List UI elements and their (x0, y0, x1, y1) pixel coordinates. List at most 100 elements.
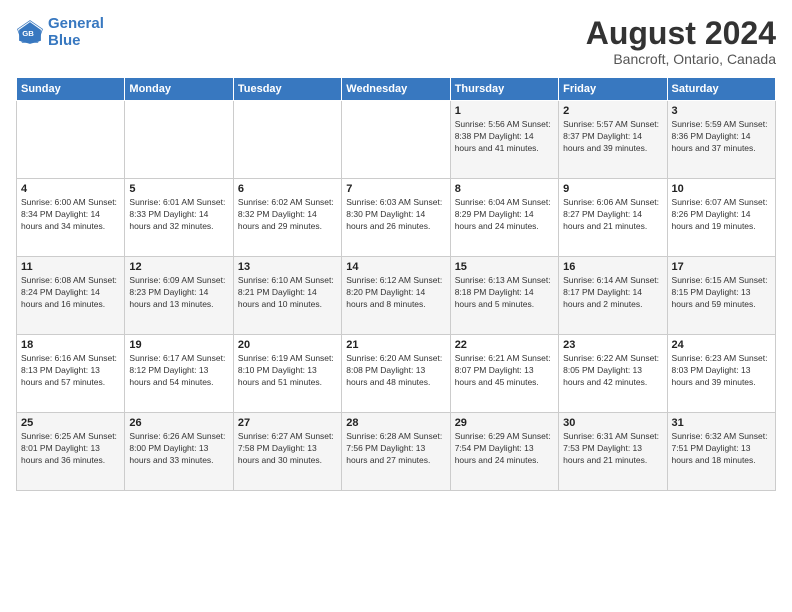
day-info: Sunrise: 5:56 AM Sunset: 8:38 PM Dayligh… (455, 119, 554, 155)
day-number: 18 (21, 339, 120, 351)
day-info: Sunrise: 6:15 AM Sunset: 8:15 PM Dayligh… (672, 275, 771, 311)
day-cell-1-6: 10Sunrise: 6:07 AM Sunset: 8:26 PM Dayli… (667, 179, 775, 257)
day-cell-1-0: 4 Sunrise: 6:00 AM Sunset: 8:34 PM Daylig… (17, 179, 125, 257)
day-cell-2-0: 11Sunrise: 6:08 AM Sunset: 8:24 PM Dayli… (17, 257, 125, 335)
week-row-1: 1 Sunrise: 5:56 AM Sunset: 8:38 PM Daylig… (17, 101, 776, 179)
day-cell-4-3: 28 Sunrise: 6:28 AM Sunset: 7:56 PM Dayli… (342, 413, 450, 491)
day-cell-1-3: 7 Sunrise: 6:03 AM Sunset: 8:30 PM Daylig… (342, 179, 450, 257)
day-cell-0-6: 3Sunrise: 5:59 AM Sunset: 8:36 PM Daylig… (667, 101, 775, 179)
day-cell-1-1: 5Sunrise: 6:01 AM Sunset: 8:33 PM Daylig… (125, 179, 233, 257)
day-number: 1 (455, 105, 554, 117)
day-cell-4-6: 31 Sunrise: 6:32 AM Sunset: 7:51 PM Dayli… (667, 413, 775, 491)
day-cell-3-6: 24 Sunrise: 6:23 AM Sunset: 8:03 PM Dayli… (667, 335, 775, 413)
day-cell-0-4: 1 Sunrise: 5:56 AM Sunset: 8:38 PM Daylig… (450, 101, 558, 179)
day-cell-3-3: 21 Sunrise: 6:20 AM Sunset: 8:08 PM Dayli… (342, 335, 450, 413)
day-info: Sunrise: 6:09 AM Sunset: 8:23 PM Dayligh… (129, 275, 228, 311)
logo: GB General Blue (16, 16, 104, 49)
day-info: Sunrise: 6:00 AM Sunset: 8:34 PM Dayligh… (21, 197, 120, 233)
day-info: Sunrise: 6:21 AM Sunset: 8:07 PM Dayligh… (455, 353, 554, 389)
day-cell-0-5: 2Sunrise: 5:57 AM Sunset: 8:37 PM Daylig… (559, 101, 667, 179)
day-number: 8 (455, 183, 554, 195)
calendar-body: 1 Sunrise: 5:56 AM Sunset: 8:38 PM Daylig… (17, 101, 776, 491)
day-info: Sunrise: 6:16 AM Sunset: 8:13 PM Dayligh… (21, 353, 120, 389)
day-info: Sunrise: 6:25 AM Sunset: 8:01 PM Dayligh… (21, 431, 120, 467)
day-cell-4-2: 27 Sunrise: 6:27 AM Sunset: 7:58 PM Dayli… (233, 413, 341, 491)
day-number: 12 (129, 261, 228, 273)
day-cell-2-4: 15Sunrise: 6:13 AM Sunset: 8:18 PM Dayli… (450, 257, 558, 335)
day-cell-0-2 (233, 101, 341, 179)
day-cell-2-6: 17 Sunrise: 6:15 AM Sunset: 8:15 PM Dayli… (667, 257, 775, 335)
day-cell-4-1: 26 Sunrise: 6:26 AM Sunset: 8:00 PM Dayli… (125, 413, 233, 491)
calendar-title: August 2024 (586, 16, 776, 51)
day-info: Sunrise: 6:20 AM Sunset: 8:08 PM Dayligh… (346, 353, 445, 389)
day-number: 25 (21, 417, 120, 429)
logo-icon: GB (16, 19, 44, 47)
day-info: Sunrise: 6:28 AM Sunset: 7:56 PM Dayligh… (346, 431, 445, 467)
week-row-3: 11Sunrise: 6:08 AM Sunset: 8:24 PM Dayli… (17, 257, 776, 335)
day-cell-3-5: 23 Sunrise: 6:22 AM Sunset: 8:05 PM Dayli… (559, 335, 667, 413)
day-info: Sunrise: 6:03 AM Sunset: 8:30 PM Dayligh… (346, 197, 445, 233)
day-cell-3-4: 22 Sunrise: 6:21 AM Sunset: 8:07 PM Dayli… (450, 335, 558, 413)
day-number: 24 (672, 339, 771, 351)
header: GB General Blue August 2024 Bancroft, On… (16, 16, 776, 67)
days-header-row: Sunday Monday Tuesday Wednesday Thursday… (17, 78, 776, 101)
day-number: 30 (563, 417, 662, 429)
day-cell-3-2: 20Sunrise: 6:19 AM Sunset: 8:10 PM Dayli… (233, 335, 341, 413)
day-number: 27 (238, 417, 337, 429)
day-number: 10 (672, 183, 771, 195)
day-info: Sunrise: 6:32 AM Sunset: 7:51 PM Dayligh… (672, 431, 771, 467)
day-cell-0-3 (342, 101, 450, 179)
day-number: 29 (455, 417, 554, 429)
day-cell-2-1: 12 Sunrise: 6:09 AM Sunset: 8:23 PM Dayli… (125, 257, 233, 335)
day-info: Sunrise: 6:19 AM Sunset: 8:10 PM Dayligh… (238, 353, 337, 389)
day-info: Sunrise: 5:57 AM Sunset: 8:37 PM Dayligh… (563, 119, 662, 155)
day-number: 4 (21, 183, 120, 195)
day-number: 13 (238, 261, 337, 273)
day-number: 31 (672, 417, 771, 429)
calendar-table: Sunday Monday Tuesday Wednesday Thursday… (16, 77, 776, 491)
day-cell-0-0 (17, 101, 125, 179)
day-number: 22 (455, 339, 554, 351)
day-info: Sunrise: 6:31 AM Sunset: 7:53 PM Dayligh… (563, 431, 662, 467)
day-cell-2-3: 14 Sunrise: 6:12 AM Sunset: 8:20 PM Dayli… (342, 257, 450, 335)
day-info: Sunrise: 6:06 AM Sunset: 8:27 PM Dayligh… (563, 197, 662, 233)
col-monday: Monday (125, 78, 233, 101)
day-number: 15 (455, 261, 554, 273)
day-number: 14 (346, 261, 445, 273)
day-cell-3-1: 19Sunrise: 6:17 AM Sunset: 8:12 PM Dayli… (125, 335, 233, 413)
day-number: 17 (672, 261, 771, 273)
day-cell-1-5: 9 Sunrise: 6:06 AM Sunset: 8:27 PM Daylig… (559, 179, 667, 257)
day-cell-4-0: 25 Sunrise: 6:25 AM Sunset: 8:01 PM Dayli… (17, 413, 125, 491)
day-number: 9 (563, 183, 662, 195)
day-info: Sunrise: 5:59 AM Sunset: 8:36 PM Dayligh… (672, 119, 771, 155)
day-number: 21 (346, 339, 445, 351)
day-info: Sunrise: 6:22 AM Sunset: 8:05 PM Dayligh… (563, 353, 662, 389)
day-cell-4-5: 30 Sunrise: 6:31 AM Sunset: 7:53 PM Dayli… (559, 413, 667, 491)
col-saturday: Saturday (667, 78, 775, 101)
week-row-2: 4 Sunrise: 6:00 AM Sunset: 8:34 PM Daylig… (17, 179, 776, 257)
day-cell-1-4: 8Sunrise: 6:04 AM Sunset: 8:29 PM Daylig… (450, 179, 558, 257)
day-cell-0-1 (125, 101, 233, 179)
day-number: 23 (563, 339, 662, 351)
day-info: Sunrise: 6:12 AM Sunset: 8:20 PM Dayligh… (346, 275, 445, 311)
calendar-subtitle: Bancroft, Ontario, Canada (586, 51, 776, 67)
day-cell-2-2: 13 Sunrise: 6:10 AM Sunset: 8:21 PM Dayli… (233, 257, 341, 335)
day-cell-3-0: 18 Sunrise: 6:16 AM Sunset: 8:13 PM Dayli… (17, 335, 125, 413)
day-info: Sunrise: 6:27 AM Sunset: 7:58 PM Dayligh… (238, 431, 337, 467)
day-cell-1-2: 6Sunrise: 6:02 AM Sunset: 8:32 PM Daylig… (233, 179, 341, 257)
logo-text: General Blue (48, 16, 104, 49)
day-number: 7 (346, 183, 445, 195)
day-info: Sunrise: 6:10 AM Sunset: 8:21 PM Dayligh… (238, 275, 337, 311)
col-friday: Friday (559, 78, 667, 101)
col-thursday: Thursday (450, 78, 558, 101)
col-tuesday: Tuesday (233, 78, 341, 101)
day-number: 11 (21, 261, 120, 273)
page: GB General Blue August 2024 Bancroft, On… (0, 0, 792, 612)
day-cell-4-4: 29Sunrise: 6:29 AM Sunset: 7:54 PM Dayli… (450, 413, 558, 491)
week-row-4: 18 Sunrise: 6:16 AM Sunset: 8:13 PM Dayli… (17, 335, 776, 413)
day-info: Sunrise: 6:26 AM Sunset: 8:00 PM Dayligh… (129, 431, 228, 467)
day-number: 26 (129, 417, 228, 429)
day-info: Sunrise: 6:23 AM Sunset: 8:03 PM Dayligh… (672, 353, 771, 389)
day-number: 28 (346, 417, 445, 429)
day-info: Sunrise: 6:17 AM Sunset: 8:12 PM Dayligh… (129, 353, 228, 389)
